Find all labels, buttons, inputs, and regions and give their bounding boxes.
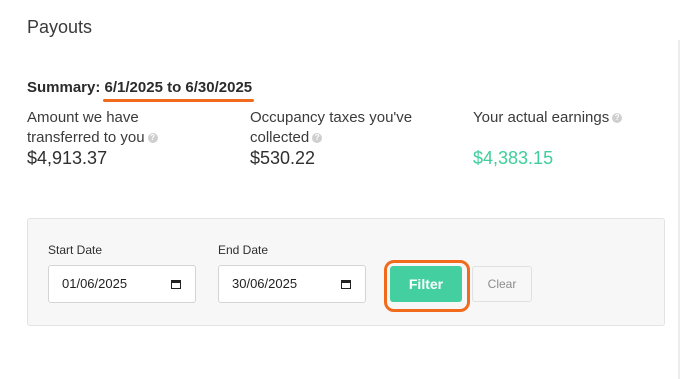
summary-prefix: Summary: <box>27 79 101 96</box>
date-filter-panel: Start Date 01/06/2025 End Date 30/06/202… <box>27 218 665 326</box>
start-date-value: 01/06/2025 <box>62 276 128 291</box>
info-icon[interactable]: ? <box>147 133 158 144</box>
stat-earnings: Your actual earnings? $4,383.15 <box>473 108 623 169</box>
info-icon[interactable]: ? <box>312 133 323 144</box>
end-date-input[interactable]: 30/06/2025 <box>218 265 366 303</box>
stat-taxes: Occupancy taxes you've collected? $530.2… <box>250 108 412 169</box>
filter-button[interactable]: Filter <box>390 266 462 302</box>
stat-transferred-label-line2: transferred to you <box>27 129 145 146</box>
stat-transferred-label-line1: Amount we have <box>27 109 139 126</box>
end-date-value: 30/06/2025 <box>232 276 298 291</box>
start-date-label: Start Date <box>48 243 103 257</box>
summary-date-range: 6/1/2025 to 6/30/2025 <box>102 79 254 102</box>
stat-taxes-label: Occupancy taxes you've collected? <box>250 108 412 148</box>
stat-taxes-label-line2: collected <box>250 129 310 146</box>
start-date-input[interactable]: 01/06/2025 <box>48 265 196 303</box>
page-title: Payouts <box>27 17 93 37</box>
clear-button[interactable]: Clear <box>472 266 532 302</box>
stat-transferred-value: $4,913.37 <box>27 148 108 168</box>
stat-earnings-label: Your actual earnings? <box>473 108 623 128</box>
info-icon[interactable]: ? <box>612 113 623 124</box>
summary-line: Summary: 6/1/2025 to 6/30/2025 <box>27 79 254 102</box>
stat-taxes-label-line1: Occupancy taxes you've <box>250 109 413 126</box>
stat-transferred-label: Amount we have transferred to you? <box>27 108 158 148</box>
calendar-icon[interactable] <box>341 279 351 289</box>
stat-taxes-value: $530.22 <box>250 148 316 168</box>
stat-earnings-value: $4,383.15 <box>473 148 554 168</box>
stat-transferred: Amount we have transferred to you? $4,91… <box>27 108 158 169</box>
end-date-label: End Date <box>218 243 269 257</box>
calendar-icon[interactable] <box>171 279 181 289</box>
stat-earnings-label-text: Your actual earnings <box>473 109 610 126</box>
